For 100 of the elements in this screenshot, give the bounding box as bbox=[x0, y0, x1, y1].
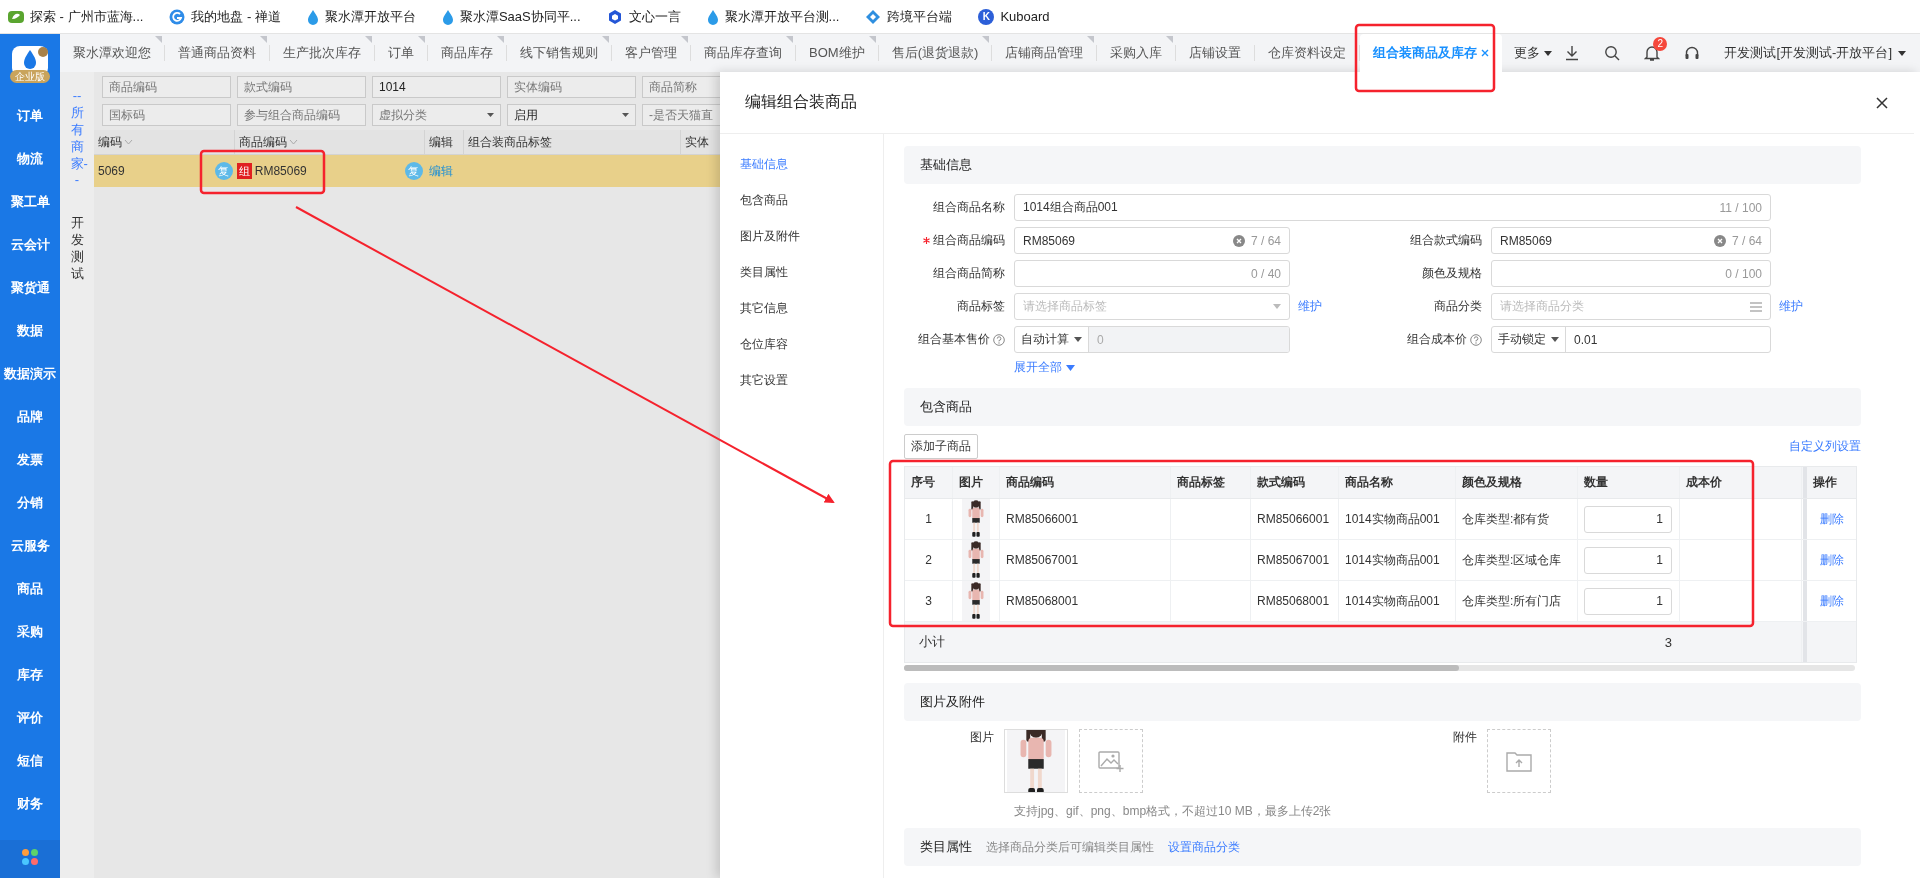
table-cell: 3 bbox=[905, 581, 953, 621]
filter-field[interactable]: 商品简称 bbox=[642, 76, 720, 98]
filter-field[interactable]: 国标码 bbox=[102, 104, 231, 126]
table-cell: 仓库类型:所有门店 bbox=[1456, 581, 1578, 621]
filter-field[interactable]: 实体编码 bbox=[507, 76, 636, 98]
column-header: 图片 bbox=[953, 467, 1000, 498]
sidebar-item[interactable]: 品牌 bbox=[17, 395, 43, 438]
maintain-link[interactable]: 维护 bbox=[1298, 299, 1322, 313]
section-nav-item[interactable]: 包含商品 bbox=[740, 182, 883, 218]
field-label: 图片 bbox=[969, 729, 995, 746]
more-menu[interactable]: 更多 bbox=[1502, 44, 1565, 62]
delete-link[interactable]: 删除 bbox=[1819, 510, 1844, 528]
filter-field[interactable]: 参与组合商品编码 bbox=[237, 104, 366, 126]
help-icon[interactable] bbox=[1470, 333, 1482, 346]
bookmark-link[interactable]: 探索 - 广州市蓝海... bbox=[30, 7, 144, 26]
bookmark-link[interactable]: 我的地盘 - 禅道 bbox=[191, 7, 281, 26]
tab[interactable]: 客户管理 bbox=[612, 45, 691, 61]
upload-file-button[interactable] bbox=[1487, 729, 1551, 793]
delete-link[interactable]: 删除 bbox=[1819, 551, 1844, 569]
headset-icon[interactable] bbox=[1684, 45, 1701, 61]
sidebar-item[interactable]: 物流 bbox=[17, 137, 43, 180]
section-nav-item[interactable]: 基础信息 bbox=[740, 146, 883, 182]
table-cell: 仓库类型:区域仓库 bbox=[1456, 540, 1578, 580]
tab[interactable]: BOM维护 bbox=[796, 45, 879, 61]
field-label: 颜色及规格 bbox=[1422, 265, 1482, 282]
filter-field[interactable]: 商品编码 bbox=[102, 76, 231, 98]
sidebar-item[interactable]: 聚货通 bbox=[10, 266, 50, 309]
sidebar-item[interactable]: 聚工单 bbox=[10, 180, 50, 223]
bookmark-link[interactable]: 聚水潭开放平台 bbox=[324, 7, 416, 26]
section-nav-item[interactable]: 类目属性 bbox=[740, 254, 883, 290]
section-nav-item[interactable]: 图片及附件 bbox=[740, 218, 883, 254]
combo-badge: 组 bbox=[236, 163, 252, 179]
column-header[interactable]: 商品编码 bbox=[234, 130, 425, 154]
column-settings-link[interactable]: 自定义列设置 bbox=[1789, 438, 1861, 455]
bookmark-link[interactable]: 文心一言 bbox=[628, 7, 681, 26]
add-image-button[interactable] bbox=[1079, 729, 1143, 793]
sidebar-item[interactable]: 云会计 bbox=[10, 223, 50, 266]
sidebar-item[interactable]: 数据 bbox=[17, 309, 43, 352]
subtotal-value: 3 bbox=[1663, 633, 1673, 652]
column-header[interactable]: 编辑 bbox=[424, 130, 465, 154]
tab[interactable]: 店铺商品管理 bbox=[992, 45, 1098, 61]
field-label: 组合商品名称 bbox=[933, 199, 1005, 216]
column-header[interactable]: 实体 bbox=[680, 130, 720, 154]
search-icon[interactable] bbox=[1604, 45, 1621, 61]
expand-all-link[interactable]: 展开全部 bbox=[1014, 359, 1290, 376]
sidebar-item[interactable]: 订单 bbox=[17, 94, 43, 137]
sidebar-item[interactable]: 采购 bbox=[17, 610, 43, 653]
sidebar-item[interactable]: 商品 bbox=[17, 567, 43, 610]
drop-icon bbox=[706, 8, 719, 25]
column-header[interactable]: 编码 bbox=[94, 130, 235, 154]
quantity-field[interactable]: 1 bbox=[1584, 505, 1672, 533]
text-field[interactable]: RM85069 7 / 64 bbox=[1491, 227, 1771, 254]
tab[interactable]: 生产批次库存 bbox=[270, 45, 375, 61]
apps-icon[interactable] bbox=[21, 848, 39, 866]
bookmark-link[interactable]: 聚水潭开放平台测... bbox=[724, 7, 840, 26]
close-icon[interactable] bbox=[1876, 96, 1888, 109]
sidebar-item[interactable]: 短信 bbox=[17, 739, 43, 782]
tab[interactable]: 聚水潭欢迎您 bbox=[60, 45, 165, 61]
sidebar-item[interactable]: 财务 bbox=[17, 782, 43, 825]
tab[interactable]: 商品库存查询 bbox=[691, 45, 796, 61]
clear-icon[interactable] bbox=[1232, 234, 1245, 247]
tab[interactable]: 店铺设置 bbox=[1176, 45, 1256, 61]
tab[interactable]: 采购入库 bbox=[1097, 45, 1177, 61]
filter-field[interactable]: -是否天猫直 bbox=[642, 104, 720, 126]
filter-field[interactable]: 款式编码 bbox=[237, 76, 366, 98]
delete-link[interactable]: 删除 bbox=[1819, 592, 1844, 610]
filter-select[interactable]: 虚拟分类 bbox=[372, 104, 501, 126]
sidebar-item[interactable]: 数据演示 bbox=[4, 352, 56, 395]
sidebar-item[interactable]: 分销 bbox=[17, 481, 43, 524]
quantity-field[interactable]: 1 bbox=[1584, 546, 1672, 574]
sidebar-item[interactable]: 云服务 bbox=[10, 524, 50, 567]
bookmark-link[interactable]: Kuboard bbox=[1000, 9, 1050, 24]
subtotal-label: 小计 bbox=[918, 633, 946, 651]
section-nav-item[interactable]: 其它信息 bbox=[740, 290, 883, 326]
scrollbar[interactable] bbox=[904, 665, 1855, 671]
bookmark-link[interactable]: 聚水潭SaaS协同平... bbox=[459, 7, 581, 26]
download-icon[interactable] bbox=[1564, 45, 1581, 61]
user-menu[interactable]: 开发测试[开发测试-开放平台] bbox=[1724, 44, 1906, 62]
sidebar-item[interactable]: 评价 bbox=[17, 696, 43, 739]
text-field[interactable]: RM85069 7 / 64 bbox=[1014, 227, 1290, 254]
sidebar-item[interactable]: 库存 bbox=[17, 653, 43, 696]
sidebar-item[interactable]: 发票 bbox=[17, 438, 43, 481]
set-category-link[interactable]: 设置商品分类 bbox=[1168, 838, 1240, 856]
tab[interactable]: 普通商品资料 bbox=[165, 45, 270, 61]
section-nav-item[interactable]: 其它设置 bbox=[740, 362, 883, 398]
quantity-field[interactable]: 1 bbox=[1584, 587, 1672, 615]
tab[interactable]: 售后(退货退款) bbox=[878, 45, 993, 61]
clear-icon[interactable] bbox=[1713, 234, 1726, 247]
filter-select[interactable]: 启用 bbox=[507, 104, 636, 126]
tab[interactable]: 订单 bbox=[375, 45, 428, 61]
field-label: 组合成本价 bbox=[1407, 331, 1467, 348]
column-header[interactable]: 组合装商品标签 bbox=[464, 130, 681, 154]
section-nav-item[interactable]: 仓位库容 bbox=[740, 326, 883, 362]
add-item-button[interactable]: 添加子商品 bbox=[904, 434, 978, 459]
maintain-link[interactable]: 维护 bbox=[1779, 299, 1803, 313]
text-field[interactable]: 1014组合商品001 11 / 100 bbox=[1014, 194, 1771, 221]
filter-field[interactable]: 1014 bbox=[372, 76, 501, 98]
tab[interactable]: 商品库存 bbox=[428, 45, 507, 61]
bookmark-link[interactable]: 跨境平台端 bbox=[887, 7, 953, 26]
tab[interactable]: 线下销售规则 bbox=[507, 45, 612, 61]
